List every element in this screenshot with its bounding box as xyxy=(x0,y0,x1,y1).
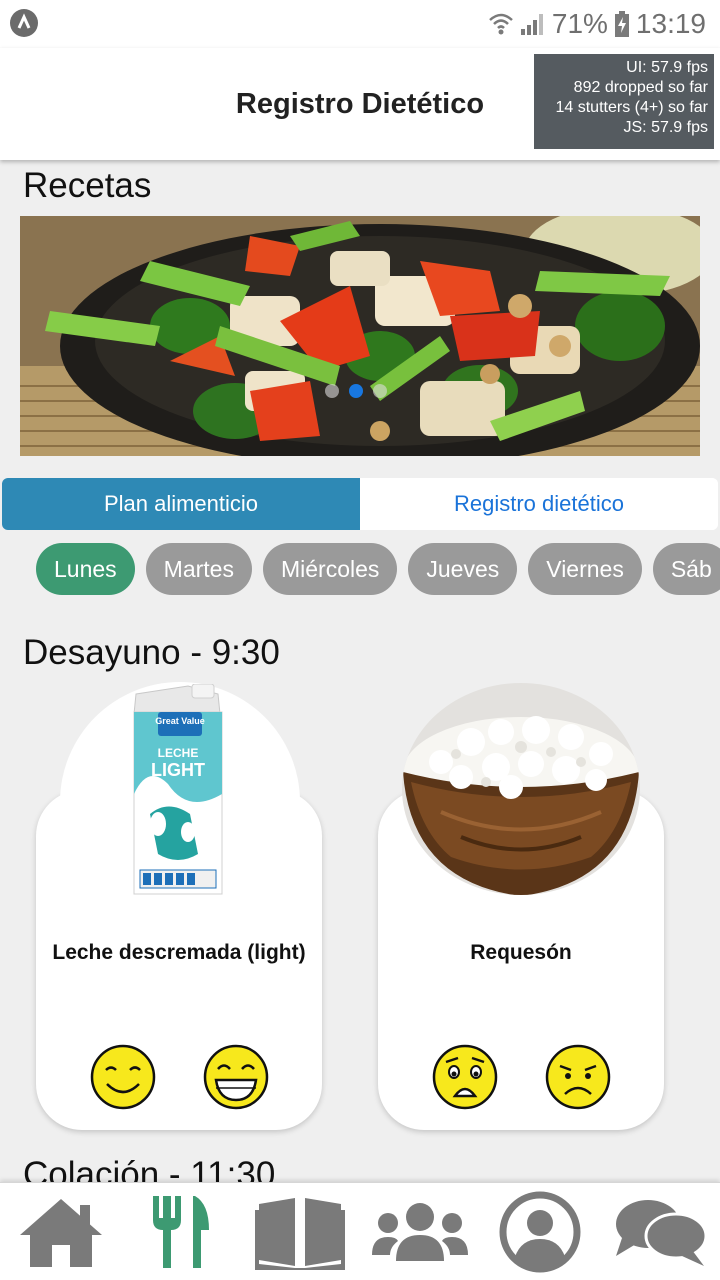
food-name: Leche descremada (light) xyxy=(52,941,306,964)
book-icon[interactable] xyxy=(245,1183,355,1280)
tab-registro-dietetico[interactable]: Registro dietético xyxy=(360,478,718,530)
home-icon[interactable] xyxy=(6,1183,116,1280)
carton-text-1: LECHE xyxy=(158,746,199,760)
day-chip-miercoles[interactable]: Miércoles xyxy=(262,543,398,595)
day-selector: Lunes Martes Miércoles Jueves Viernes Sá… xyxy=(36,543,720,595)
plan-tabs: Plan alimenticio Registro dietético xyxy=(2,478,718,530)
signal-icon xyxy=(520,12,546,36)
app-header: Registro Dietético UI: 57.9 fps 892 drop… xyxy=(0,48,720,160)
grinning-face-icon[interactable] xyxy=(203,1044,269,1115)
cottage-cheese-bowl-image xyxy=(401,682,641,901)
day-chip-jueves[interactable]: Jueves xyxy=(408,543,518,595)
day-chip-lunes[interactable]: Lunes xyxy=(36,543,135,595)
bottom-navigation xyxy=(0,1182,720,1280)
recipe-image xyxy=(20,216,700,456)
app-screen: 71% 13:19 Registro Dietético UI: 57.9 fp… xyxy=(0,0,720,1280)
wifi-icon xyxy=(488,12,514,36)
day-chip-sabado[interactable]: Sáb xyxy=(652,543,720,595)
perf-line: JS: 57.9 fps xyxy=(623,119,709,136)
recipes-title: Recetas xyxy=(23,166,152,205)
tab-plan-alimenticio[interactable]: Plan alimenticio xyxy=(2,478,360,530)
carton-text-2: LIGHT xyxy=(151,760,205,780)
carousel-dot[interactable] xyxy=(325,384,339,398)
meal-title: Desayuno - 9:30 xyxy=(23,633,280,672)
perf-line: UI: 57.9 fps xyxy=(626,59,708,76)
app-notification-icon xyxy=(10,9,38,37)
battery-charging-icon xyxy=(614,11,630,37)
perf-line: 892 dropped so far xyxy=(573,79,708,96)
perf-line: 14 stutters (4+) so far xyxy=(555,99,708,116)
clock: 13:19 xyxy=(635,8,706,39)
day-chip-martes[interactable]: Martes xyxy=(145,543,252,595)
carousel-pagination xyxy=(325,384,387,398)
smiling-face-icon[interactable] xyxy=(90,1044,156,1115)
carousel-dot-active[interactable] xyxy=(349,384,363,398)
users-icon[interactable] xyxy=(365,1183,475,1280)
carton-brand: Great Value xyxy=(155,716,205,726)
carousel-dot[interactable] xyxy=(373,384,387,398)
perf-monitor-overlay: UI: 57.9 fps 892 dropped so far 14 stutt… xyxy=(534,54,714,149)
utensils-icon[interactable] xyxy=(125,1183,235,1280)
status-bar: 71% 13:19 xyxy=(0,0,720,48)
day-chip-viernes[interactable]: Viernes xyxy=(528,543,642,595)
profile-icon[interactable] xyxy=(485,1183,595,1280)
food-name: Requesón xyxy=(470,941,572,964)
chat-icon[interactable] xyxy=(605,1183,715,1280)
battery-percent: 71% xyxy=(551,8,608,39)
recipes-carousel[interactable] xyxy=(20,216,700,456)
anxious-face-icon[interactable] xyxy=(432,1044,498,1115)
frowning-face-icon[interactable] xyxy=(545,1044,611,1115)
milk-carton-image: Great Value LECHE LIGHT xyxy=(128,683,228,901)
